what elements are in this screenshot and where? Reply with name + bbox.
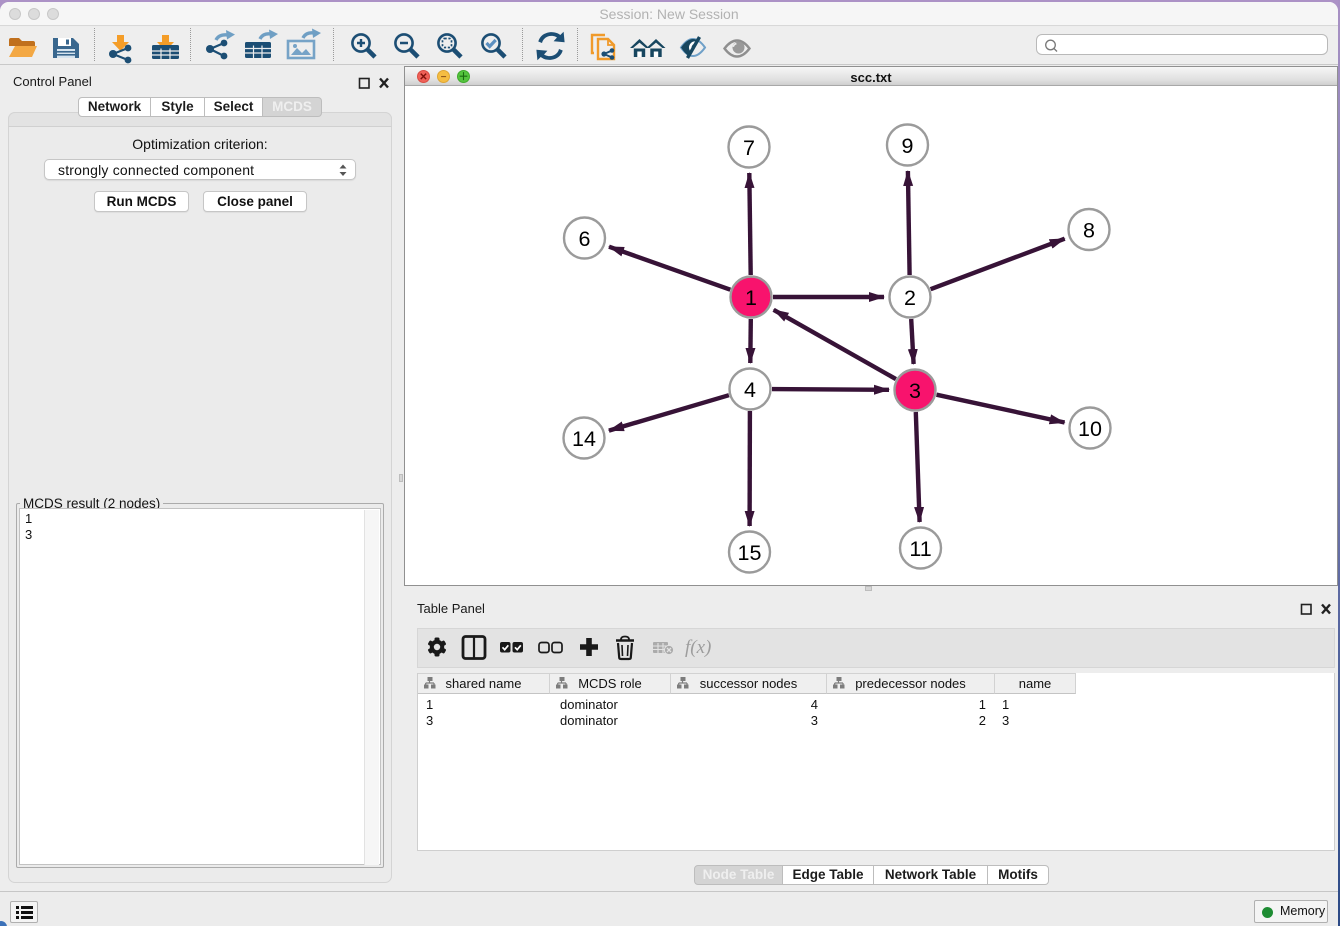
svg-text:f(x): f(x) (685, 637, 711, 658)
svg-text:10: 10 (1078, 417, 1102, 441)
svg-text:7: 7 (743, 136, 755, 160)
svg-text:8: 8 (1083, 219, 1095, 243)
svg-text:9: 9 (902, 134, 914, 158)
svg-text:14: 14 (572, 427, 596, 451)
svg-text:15: 15 (738, 541, 762, 565)
svg-text:11: 11 (909, 537, 931, 561)
svg-text:6: 6 (579, 227, 591, 251)
svg-text:2: 2 (904, 286, 916, 310)
svg-text:3: 3 (909, 379, 921, 403)
svg-text:4: 4 (744, 378, 756, 402)
svg-text:1: 1 (745, 286, 757, 310)
